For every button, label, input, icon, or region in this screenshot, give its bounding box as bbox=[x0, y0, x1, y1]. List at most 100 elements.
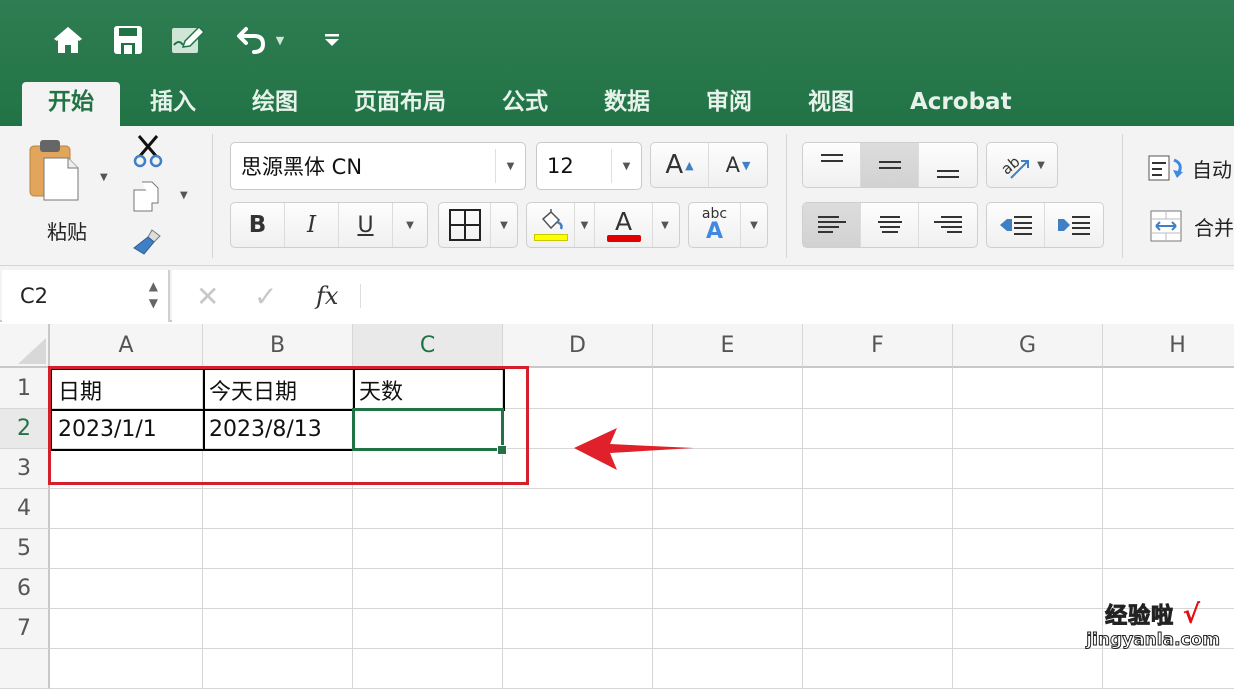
increase-font-size-button[interactable]: A ▲ bbox=[651, 143, 709, 187]
orientation-button[interactable]: ab ▼ bbox=[987, 143, 1057, 187]
copy-button[interactable]: ▼ bbox=[132, 180, 192, 214]
column-header-b[interactable]: B bbox=[203, 324, 353, 368]
confirm-icon[interactable]: ✓ bbox=[254, 270, 277, 322]
chevron-down-icon[interactable]: ▼ bbox=[149, 295, 158, 312]
phonetic-dropdown-icon[interactable]: ▼ bbox=[741, 203, 767, 247]
edit-button[interactable] bbox=[170, 22, 206, 58]
cell-c1[interactable]: 天数 bbox=[353, 368, 505, 411]
cell-f1[interactable] bbox=[803, 368, 953, 409]
cell-c8[interactable] bbox=[353, 649, 503, 689]
tab-draw[interactable]: 绘图 bbox=[226, 82, 324, 126]
cell-g7[interactable] bbox=[953, 609, 1103, 649]
font-name-dropdown-icon[interactable]: ▼ bbox=[495, 149, 525, 183]
cell-h1[interactable] bbox=[1103, 368, 1234, 409]
phonetic-guide-button[interactable]: abc A bbox=[689, 203, 741, 247]
align-left-button[interactable] bbox=[803, 203, 861, 247]
tab-view[interactable]: 视图 bbox=[782, 82, 880, 126]
tab-page-layout[interactable]: 页面布局 bbox=[328, 82, 472, 126]
fill-color-dropdown-icon[interactable]: ▼ bbox=[575, 203, 595, 247]
cell-d4[interactable] bbox=[503, 489, 653, 529]
cell-g5[interactable] bbox=[953, 529, 1103, 569]
cell-b1[interactable]: 今天日期 bbox=[203, 368, 355, 411]
underline-dropdown-icon[interactable]: ▼ bbox=[393, 203, 427, 247]
cell-c2[interactable] bbox=[353, 409, 503, 449]
underline-button[interactable]: U bbox=[339, 203, 393, 247]
column-header-d[interactable]: D bbox=[503, 324, 653, 368]
cell-a6[interactable] bbox=[50, 569, 203, 609]
insert-function-button[interactable]: fx bbox=[316, 270, 338, 322]
cell-b4[interactable] bbox=[203, 489, 353, 529]
borders-button[interactable] bbox=[439, 203, 491, 247]
cell-f3[interactable] bbox=[803, 449, 953, 489]
cell-d5[interactable] bbox=[503, 529, 653, 569]
save-button[interactable] bbox=[110, 22, 146, 58]
increase-indent-button[interactable] bbox=[1045, 203, 1103, 247]
column-header-f[interactable]: F bbox=[803, 324, 953, 368]
cell-g3[interactable] bbox=[953, 449, 1103, 489]
formula-input[interactable] bbox=[368, 270, 1234, 322]
home-button[interactable] bbox=[50, 22, 86, 58]
cell-g4[interactable] bbox=[953, 489, 1103, 529]
cell-h8[interactable] bbox=[1103, 649, 1234, 689]
undo-dropdown-icon[interactable]: ▼ bbox=[276, 34, 284, 47]
name-box-spinner[interactable]: ▲ ▼ bbox=[149, 278, 158, 312]
tab-home[interactable]: 开始 bbox=[22, 82, 120, 126]
cell-a7[interactable] bbox=[50, 609, 203, 649]
align-middle-button[interactable] bbox=[861, 143, 919, 187]
bold-button[interactable]: B bbox=[231, 203, 285, 247]
cell-d8[interactable] bbox=[503, 649, 653, 689]
align-center-button[interactable] bbox=[861, 203, 919, 247]
cell-a3[interactable] bbox=[50, 449, 203, 489]
name-box[interactable]: C2 ▲ ▼ bbox=[2, 270, 170, 322]
cell-h5[interactable] bbox=[1103, 529, 1234, 569]
cell-d1[interactable] bbox=[503, 368, 653, 409]
cell-c3[interactable] bbox=[353, 449, 503, 489]
undo-button[interactable]: ▼ bbox=[230, 22, 290, 58]
font-size-combobox[interactable]: 12 ▼ bbox=[536, 142, 642, 190]
align-right-button[interactable] bbox=[919, 203, 977, 247]
copy-dropdown-icon[interactable]: ▼ bbox=[180, 190, 188, 201]
fill-color-button[interactable] bbox=[527, 203, 575, 247]
wrap-text-button[interactable]: 自动 bbox=[1148, 150, 1232, 186]
cell-e5[interactable] bbox=[653, 529, 803, 569]
cell-b2[interactable]: 2023/8/13 bbox=[203, 409, 355, 451]
decrease-indent-button[interactable] bbox=[987, 203, 1045, 247]
select-all-button[interactable] bbox=[0, 324, 50, 368]
cut-button[interactable] bbox=[132, 134, 164, 168]
font-color-button[interactable]: A bbox=[595, 203, 653, 247]
cell-c7[interactable] bbox=[353, 609, 503, 649]
font-color-dropdown-icon[interactable]: ▼ bbox=[653, 203, 677, 247]
cell-f4[interactable] bbox=[803, 489, 953, 529]
row-header-6[interactable]: 6 bbox=[0, 569, 50, 609]
tab-data[interactable]: 数据 bbox=[578, 82, 676, 126]
paste-dropdown-icon[interactable]: ▼ bbox=[100, 172, 108, 183]
cell-e7[interactable] bbox=[653, 609, 803, 649]
cell-g8[interactable] bbox=[953, 649, 1103, 689]
column-header-h[interactable]: H bbox=[1103, 324, 1234, 368]
tab-review[interactable]: 审阅 bbox=[680, 82, 778, 126]
font-name-combobox[interactable]: 思源黑体 CN ▼ bbox=[230, 142, 526, 190]
cancel-icon[interactable]: ✕ bbox=[196, 270, 219, 322]
font-size-dropdown-icon[interactable]: ▼ bbox=[611, 149, 641, 183]
cell-c5[interactable] bbox=[353, 529, 503, 569]
cell-a5[interactable] bbox=[50, 529, 203, 569]
row-header-8[interactable] bbox=[0, 649, 50, 689]
cell-h4[interactable] bbox=[1103, 489, 1234, 529]
cell-e8[interactable] bbox=[653, 649, 803, 689]
tab-formulas[interactable]: 公式 bbox=[476, 82, 574, 126]
cell-f7[interactable] bbox=[803, 609, 953, 649]
cell-g2[interactable] bbox=[953, 409, 1103, 449]
align-top-button[interactable] bbox=[803, 143, 861, 187]
chevron-up-icon[interactable]: ▲ bbox=[149, 278, 158, 295]
column-header-a[interactable]: A bbox=[50, 324, 203, 368]
cell-b3[interactable] bbox=[203, 449, 353, 489]
cell-a2[interactable]: 2023/1/1 bbox=[50, 409, 205, 451]
cell-c4[interactable] bbox=[353, 489, 503, 529]
cell-g1[interactable] bbox=[953, 368, 1103, 409]
cell-e4[interactable] bbox=[653, 489, 803, 529]
merge-center-button[interactable]: 合并 bbox=[1150, 208, 1234, 244]
borders-dropdown-icon[interactable]: ▼ bbox=[491, 203, 517, 247]
cell-f8[interactable] bbox=[803, 649, 953, 689]
cell-f5[interactable] bbox=[803, 529, 953, 569]
cell-b8[interactable] bbox=[203, 649, 353, 689]
